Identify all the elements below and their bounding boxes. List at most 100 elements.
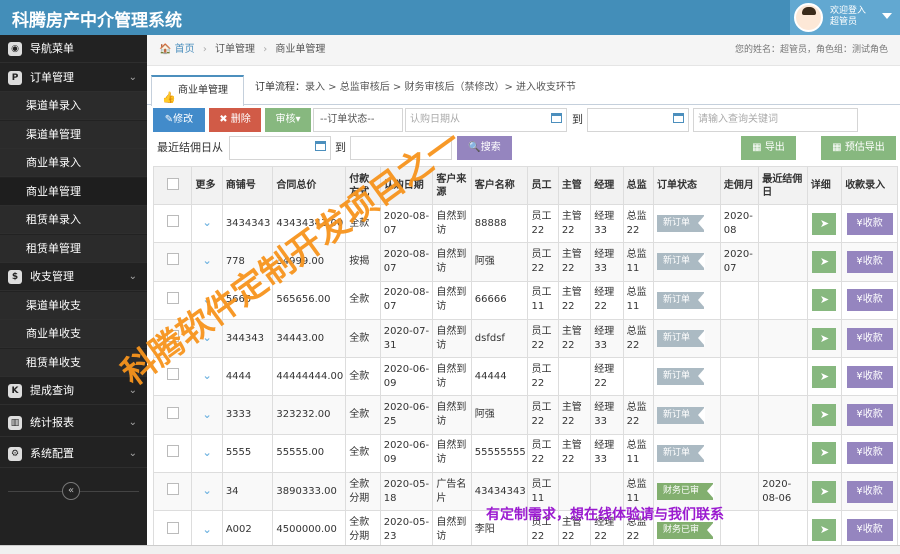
breadcrumb: 🏠 首页 › 订单管理 › 商业单管理 您的姓名：超管员，角色组：测试角色 <box>147 35 900 66</box>
sidebar-collapse-button[interactable]: « <box>62 482 80 500</box>
send-icon[interactable]: ➤ <box>812 212 837 235</box>
sidebar-bottom-item-1[interactable]: ▥ 统计报表 ⌄ <box>0 408 147 437</box>
expand-chevron-icon[interactable]: ⌄ <box>203 331 212 344</box>
nav-menu-header[interactable]: ◉ 导航菜单 <box>0 35 147 63</box>
collect-payment-button[interactable]: ¥收款 <box>846 442 893 465</box>
detail-cell: ➤ <box>806 510 843 550</box>
purchase-date-to-input[interactable] <box>587 108 689 132</box>
shop-no-cell: 34 <box>221 472 274 512</box>
row-checkbox[interactable] <box>166 215 179 228</box>
shop-no-cell: 5665 <box>221 280 274 320</box>
excel-icon: ▦ <box>752 142 762 153</box>
row-checkbox[interactable] <box>166 368 179 381</box>
send-icon[interactable]: ➤ <box>812 289 837 312</box>
collect-payment-button[interactable]: ¥收款 <box>846 289 893 312</box>
send-icon[interactable]: ➤ <box>812 404 837 427</box>
sidebar-item-1-0[interactable]: 渠道单收支 <box>0 291 147 320</box>
export-estimate-button[interactable]: ▦ 预估导出 <box>821 136 896 160</box>
more-cell: ⌄ <box>191 318 223 359</box>
nav-menu-header-label: 导航菜单 <box>30 42 74 55</box>
purchase-date-cell: 2020-07-31 <box>379 318 434 359</box>
expand-chevron-icon[interactable]: ⌄ <box>203 216 212 229</box>
row-checkbox-cell <box>152 203 193 244</box>
select-all-checkbox[interactable] <box>166 177 179 190</box>
expand-chevron-icon[interactable]: ⌄ <box>203 293 212 306</box>
user-menu[interactable]: 欢迎登入 超管员 <box>790 0 900 35</box>
user-info: 您的姓名：超管员，角色组：测试角色 <box>734 45 888 55</box>
sidebar-bottom-item-2[interactable]: ⚙ 系统配置 ⌄ <box>0 440 147 468</box>
collect-payment-button[interactable]: ¥收款 <box>846 404 893 427</box>
send-icon[interactable]: ➤ <box>812 519 837 542</box>
sidebar-group-0[interactable]: P 订单管理 ⌄ <box>0 63 147 92</box>
search-input[interactable]: 请输入查询关键词 <box>693 108 858 132</box>
sidebar-item-1-1[interactable]: 商业单收支 <box>0 320 147 348</box>
row-checkbox[interactable] <box>166 483 179 496</box>
detail-cell: ➤ <box>806 395 843 435</box>
row-checkbox[interactable] <box>166 444 179 457</box>
send-icon[interactable]: ➤ <box>812 442 837 465</box>
expand-chevron-icon[interactable]: ⌄ <box>203 484 212 497</box>
column-header: 经理 <box>590 166 624 205</box>
breadcrumb-home[interactable]: 首页 <box>175 44 195 55</box>
commission-month-cell <box>719 395 760 435</box>
sidebar-item-0-5[interactable]: 租赁单管理 <box>0 234 147 263</box>
payment-method-cell: 全款分期 <box>345 472 381 512</box>
row-checkbox[interactable] <box>166 291 179 304</box>
sidebar-item-1-2[interactable]: 租赁单收支 <box>0 348 147 377</box>
collect-payment-button[interactable]: ¥收款 <box>846 250 893 273</box>
to-label-1: 到 <box>572 113 583 126</box>
tab-business-order[interactable]: 👍 商业单管理 <box>151 75 244 106</box>
sidebar-item-0-2-label: 商业单录入 <box>26 156 81 169</box>
edit-button[interactable]: ✎修改 <box>153 108 205 132</box>
sidebar-bottom-item-1-label: 统计报表 <box>30 415 74 429</box>
expand-chevron-icon[interactable]: ⌄ <box>203 446 212 459</box>
send-icon[interactable]: ➤ <box>812 365 837 388</box>
purchase-date-from-input[interactable]: 认购日期从 <box>405 108 567 132</box>
commission-date-to-input[interactable] <box>350 136 452 160</box>
commission-date-from-input[interactable] <box>229 136 331 160</box>
breadcrumb-level1[interactable]: 订单管理 <box>215 44 255 55</box>
send-icon[interactable]: ➤ <box>812 480 837 503</box>
manager-cell: 经理22 <box>590 280 624 320</box>
collect-payment-button[interactable]: ¥收款 <box>846 212 893 235</box>
sidebar-item-0-2[interactable]: 商业单录入 <box>0 149 147 177</box>
sidebar-bottom-item-0-icon: K <box>8 384 22 398</box>
delete-button[interactable]: ✖ 删除 <box>209 108 261 132</box>
column-header: 最近结佣日 <box>758 166 808 205</box>
row-checkbox[interactable] <box>166 406 179 419</box>
sidebar-item-0-3[interactable]: 商业单管理 <box>0 177 147 206</box>
sidebar-group-1[interactable]: $ 收支管理 ⌄ <box>0 263 147 291</box>
expand-chevron-icon[interactable]: ⌄ <box>203 369 212 382</box>
order-status-cell: 新订单 <box>652 318 721 359</box>
table-row: ⌄ 344343 34443.00 全款 2020-07-31 自然到访 dsfdsf 员工2… <box>152 318 898 359</box>
customer-source-cell: 自然到访 <box>432 357 472 397</box>
audit-dropdown-button[interactable]: 审核▾ <box>265 108 311 132</box>
collect-payment-button[interactable]: ¥收款 <box>846 480 893 503</box>
collect-payment-button[interactable]: ¥收款 <box>846 365 893 388</box>
order-status-cell: 新订单 <box>652 433 721 474</box>
detail-cell: ➤ <box>806 433 843 474</box>
search-button[interactable]: 🔍搜索 <box>457 136 512 160</box>
row-checkbox[interactable] <box>166 521 179 534</box>
send-icon[interactable]: ➤ <box>812 250 837 273</box>
expand-chevron-icon[interactable]: ⌄ <box>203 523 212 536</box>
expand-chevron-icon[interactable]: ⌄ <box>203 254 212 267</box>
sidebar-item-0-0[interactable]: 渠道单录入 <box>0 92 147 120</box>
row-checkbox[interactable] <box>166 253 179 266</box>
sidebar-item-0-1[interactable]: 渠道单管理 <box>0 120 147 149</box>
expand-chevron-icon[interactable]: ⌄ <box>203 408 212 421</box>
send-icon[interactable]: ➤ <box>812 327 837 350</box>
export-button[interactable]: ▦ 导出 <box>741 136 796 160</box>
more-cell: ⌄ <box>191 357 223 397</box>
detail-cell: ➤ <box>806 280 843 320</box>
collect-payment-button[interactable]: ¥收款 <box>846 327 893 350</box>
chevron-icon: ⌄ <box>128 71 137 83</box>
row-checkbox[interactable] <box>166 330 179 343</box>
commission-month-cell: 2020-07 <box>719 242 760 282</box>
order-status-select[interactable]: --订单状态-- <box>313 108 403 132</box>
sidebar-bottom-item-0[interactable]: K 提成查询 ⌄ <box>0 377 147 405</box>
sidebar-item-0-4[interactable]: 租赁单录入 <box>0 206 147 234</box>
customer-name-cell: dsfdsf <box>470 318 529 359</box>
collect-payment-button[interactable]: ¥收款 <box>846 519 893 542</box>
sidebar-group-1-label: 收支管理 <box>30 270 74 283</box>
